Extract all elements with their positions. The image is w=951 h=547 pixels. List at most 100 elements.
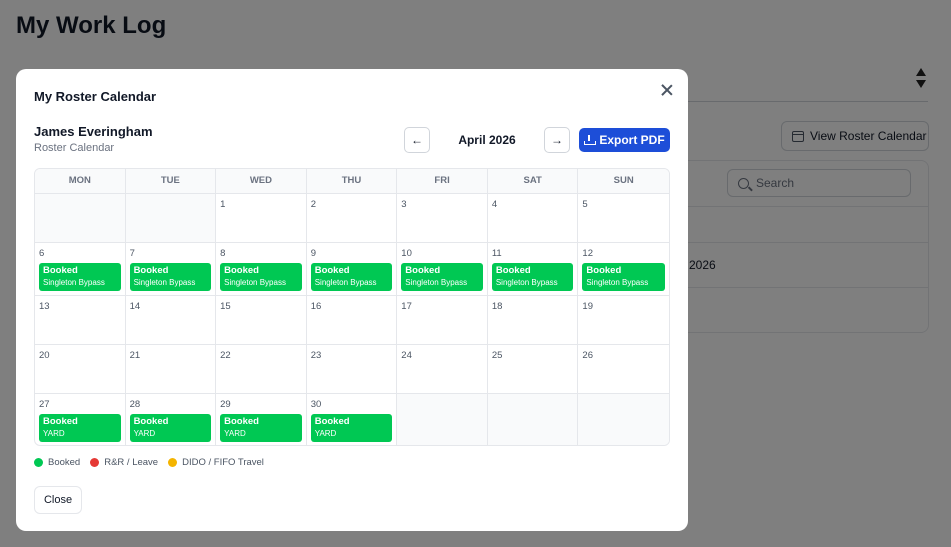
calendar-cell[interactable]: 10 Booked Singleton Bypass [397, 243, 488, 296]
roster-event[interactable]: Booked YARD [220, 414, 302, 442]
calendar-cell[interactable]: 12 Booked Singleton Bypass [578, 243, 669, 296]
weekday-label: FRI [397, 169, 488, 193]
calendar-cell[interactable]: 20 [35, 345, 126, 394]
legend-dot-icon [168, 458, 178, 467]
roster-event[interactable]: Booked YARD [129, 414, 212, 442]
roster-event[interactable]: Booked Singleton Bypass [39, 263, 121, 291]
event-title: Booked [224, 265, 259, 276]
event-title: Booked [133, 416, 169, 427]
calendar-cell[interactable]: 11 Booked Singleton Bypass [487, 243, 579, 296]
calendar-cell[interactable]: 28 Booked YARD [126, 394, 217, 445]
calendar-cell[interactable]: 16 [306, 296, 398, 345]
day-number: 16 [310, 301, 322, 312]
roster-event[interactable]: Booked Singleton Bypass [491, 263, 574, 291]
legend-item: R&R / Leave [90, 457, 158, 468]
event-location: Singleton Bypass [586, 278, 649, 287]
event-title: Booked [224, 416, 259, 427]
calendar-cell[interactable]: 22 [216, 345, 307, 394]
weekday-label: SUN [613, 175, 634, 186]
calendar-cell[interactable]: 3 [397, 194, 488, 243]
day-number: 25 [491, 350, 503, 361]
legend-label: R&R / Leave [104, 457, 159, 468]
calendar-cell[interactable]: 25 [487, 345, 579, 394]
weekday-label: THU [307, 169, 398, 193]
export-pdf-button[interactable]: Export PDF [579, 128, 670, 152]
roster-event[interactable]: Booked YARD [310, 414, 393, 442]
day-number: 20 [39, 350, 50, 361]
calendar-cell[interactable]: 30 Booked YARD [307, 394, 398, 445]
event-location: Singleton Bypass [43, 278, 105, 287]
weekday-label: MON [35, 169, 126, 193]
day-number: 3 [401, 199, 407, 210]
calendar-cell[interactable]: 8 Booked Singleton Bypass [216, 243, 307, 296]
event-title: Booked [586, 265, 622, 276]
calendar-cell[interactable]: 19 [578, 296, 669, 345]
day-number: 7 [129, 248, 135, 259]
calendar-cell[interactable]: 7 Booked Singleton Bypass [125, 243, 217, 296]
legend-item: Booked [34, 457, 80, 468]
download-icon [584, 135, 597, 145]
event-title: Booked [133, 265, 169, 276]
calendar-cell[interactable]: 27 Booked YARD [35, 394, 126, 445]
event-title: Booked [495, 265, 531, 276]
modal-title: My Roster Calendar [34, 89, 157, 104]
roster-event[interactable]: Booked Singleton Bypass [582, 263, 665, 291]
day-number: 19 [582, 301, 593, 312]
roster-event[interactable]: Booked Singleton Bypass [129, 263, 212, 291]
calendar-cell[interactable]: 14 [125, 296, 217, 345]
calendar-cell-empty [397, 394, 488, 445]
day-number: 10 [401, 248, 412, 259]
roster-event[interactable]: Booked Singleton Bypass [220, 263, 302, 291]
calendar-cell-empty [578, 394, 669, 445]
next-month-button[interactable]: → [544, 127, 570, 153]
day-number: 18 [491, 301, 503, 312]
day-number: 13 [39, 301, 50, 312]
calendar-cell[interactable]: 4 [487, 194, 579, 243]
calendar-cell[interactable]: 21 [125, 345, 217, 394]
day-number: 27 [39, 399, 50, 410]
roster-event[interactable]: Booked Singleton Bypass [401, 263, 483, 291]
export-pdf-label: Export PDF [599, 133, 665, 147]
prev-month-button[interactable]: ← [404, 127, 430, 153]
legend-dot-icon [90, 458, 100, 467]
event-location: Singleton Bypass [314, 278, 377, 287]
legend-item: DIDO / FIFO Travel [168, 457, 264, 468]
calendar-cell[interactable]: 15 [216, 296, 307, 345]
event-location: Singleton Bypass [224, 278, 286, 287]
calendar-cell[interactable]: 23 [306, 345, 398, 394]
calendar-cell[interactable]: 6 Booked Singleton Bypass [35, 243, 126, 296]
calendar-cell[interactable]: 5 [578, 194, 669, 243]
calendar-cell[interactable]: 26 [578, 345, 669, 394]
day-number: 5 [582, 199, 588, 210]
legend-label: Booked [48, 457, 81, 468]
weekday-header: MON TUE WED THU FRI SAT SUN [35, 169, 669, 194]
calendar-cell[interactable]: 13 [35, 296, 126, 345]
calendar-cell[interactable]: 24 [397, 345, 488, 394]
calendar-cell[interactable]: 29 Booked YARD [216, 394, 307, 445]
close-button[interactable]: Close [34, 486, 82, 514]
roster-event[interactable]: Booked Singleton Bypass [310, 263, 393, 291]
weekday-label: SAT [488, 169, 579, 193]
calendar-cell[interactable]: 1 [216, 194, 307, 243]
day-number: 9 [310, 248, 316, 259]
calendar-cell-empty [35, 194, 126, 243]
calendar-body: 1 2 3 4 5 6 Booked Singleton Bypass 7 Booked Singl… [35, 194, 669, 445]
day-number: 29 [220, 399, 231, 410]
event-location: YARD [43, 429, 65, 438]
roster-event[interactable]: Booked YARD [39, 414, 121, 442]
day-number: 6 [39, 248, 45, 259]
event-location: Singleton Bypass [405, 278, 468, 287]
calendar-cell[interactable]: 17 [397, 296, 488, 345]
day-number: 14 [129, 301, 141, 312]
event-title: Booked [314, 265, 350, 276]
calendar-cell[interactable]: 9 Booked Singleton Bypass [306, 243, 398, 296]
close-icon[interactable] [659, 82, 675, 98]
calendar-grid: MON TUE WED THU FRI SAT SUN 1 2 3 4 5 6 Booked Single… [34, 168, 670, 446]
event-title: Booked [43, 265, 78, 276]
day-number: 12 [582, 248, 593, 259]
day-number: 22 [220, 350, 231, 361]
month-label: April 2026 [458, 133, 516, 147]
calendar-cell[interactable]: 18 [487, 296, 579, 345]
day-number: 11 [491, 248, 502, 259]
calendar-cell[interactable]: 2 [306, 194, 398, 243]
